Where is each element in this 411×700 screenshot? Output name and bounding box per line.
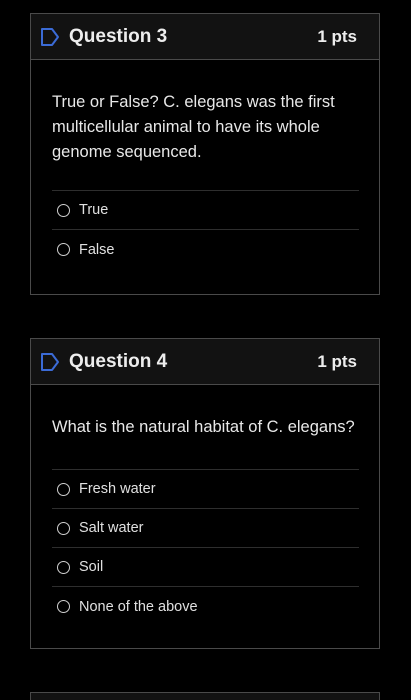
answer-option-true[interactable]: True [52, 191, 359, 230]
answer-label: None of the above [79, 598, 198, 615]
answer-option-false[interactable]: False [52, 230, 359, 269]
quiz-page: Question 3 1 pts True or False? C. elega… [0, 0, 411, 700]
answer-option-none[interactable]: None of the above [52, 587, 359, 626]
question-card-4: Question 4 1 pts What is the natural hab… [30, 338, 380, 649]
question-body: What is the natural habitat of C. elegan… [31, 415, 379, 626]
question-header: Question 4 1 pts [31, 339, 379, 385]
question-points: 1 pts [317, 351, 357, 371]
radio-button[interactable] [57, 600, 70, 613]
radio-button[interactable] [57, 243, 70, 256]
radio-button[interactable] [57, 203, 70, 217]
answer-label: True [79, 202, 109, 218]
question-header-left: Question 3 [39, 26, 167, 48]
answer-label: Fresh water [79, 481, 156, 497]
question-text: What is the natural habitat of C. elegan… [52, 418, 355, 436]
question-points: 1 pts [317, 26, 357, 46]
question-body: True or False? C. elegans was the first … [31, 90, 379, 269]
question-card-next [30, 692, 380, 700]
flag-question-icon[interactable] [39, 351, 61, 373]
question-title: Question 4 [69, 350, 168, 372]
question-header: Question 3 1 pts [31, 14, 379, 60]
answer-label: Salt water [79, 520, 144, 536]
answer-option-soil[interactable]: Soil [52, 548, 359, 587]
radio-button[interactable] [57, 482, 70, 496]
question-title: Question 3 [69, 25, 168, 47]
radio-button[interactable] [57, 521, 70, 535]
answer-label: Soil [79, 559, 104, 575]
answer-option-salt-water[interactable]: Salt water [52, 509, 359, 548]
question-header-left: Question 4 [39, 351, 167, 373]
question-text: True or False? C. elegans was the first … [52, 93, 335, 161]
flag-question-icon[interactable] [39, 26, 61, 48]
question-card-3: Question 3 1 pts True or False? C. elega… [30, 13, 380, 295]
answer-list: Fresh water Salt water Soil None of the … [52, 469, 359, 626]
answer-label: False [79, 241, 115, 258]
answer-option-fresh-water[interactable]: Fresh water [52, 470, 359, 509]
answer-list: True False [52, 190, 359, 269]
radio-button[interactable] [57, 560, 70, 574]
